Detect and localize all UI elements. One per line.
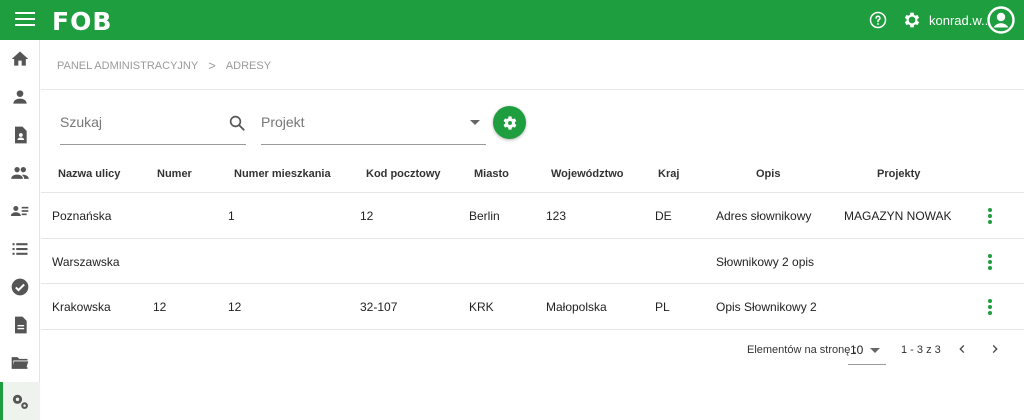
username[interactable]: konrad.w... bbox=[929, 13, 992, 28]
project-select[interactable]: Projekt bbox=[261, 107, 486, 145]
cell-voivodeship: 123 bbox=[546, 209, 567, 223]
contacts-list-icon bbox=[10, 206, 29, 216]
sidebar-item-home[interactable] bbox=[0, 40, 40, 78]
cell-city: Berlin bbox=[469, 209, 500, 223]
breadcrumb: PANEL ADMINISTRACYJNY > ADRESY bbox=[57, 58, 271, 73]
list-icon bbox=[12, 243, 28, 255]
cell-postal-code: 32-107 bbox=[360, 300, 398, 314]
cell-number: 12 bbox=[153, 300, 167, 314]
search-icon[interactable] bbox=[228, 114, 246, 132]
settings-button[interactable] bbox=[493, 106, 526, 139]
check-circle-icon bbox=[11, 278, 29, 296]
column-header-country[interactable]: Kraj bbox=[658, 168, 679, 180]
breadcrumb-item-admin-panel[interactable]: PANEL ADMINISTRACYJNY bbox=[57, 60, 198, 72]
page-size-value: 10 bbox=[850, 343, 864, 357]
column-header-city[interactable]: Miasto bbox=[474, 168, 509, 180]
page-range: 1 - 3 z 3 bbox=[901, 344, 941, 356]
menu-icon[interactable] bbox=[15, 12, 35, 28]
sidebar-item-person[interactable] bbox=[0, 78, 40, 116]
gear-icon bbox=[503, 115, 516, 130]
next-page-button[interactable] bbox=[987, 341, 1003, 357]
cell-description: Opis Słownikowy 2 bbox=[716, 300, 817, 314]
cell-country: PL bbox=[655, 300, 670, 314]
chevron-down-icon bbox=[470, 120, 480, 125]
row-divider bbox=[41, 283, 1024, 284]
row-menu-icon[interactable] bbox=[986, 208, 994, 224]
row-divider bbox=[41, 238, 1024, 239]
settings-icon[interactable] bbox=[902, 10, 922, 30]
cell-street: Warszawska bbox=[52, 255, 120, 269]
chevron-left-icon bbox=[959, 345, 965, 353]
column-header-voivodeship[interactable]: Województwo bbox=[551, 168, 624, 180]
row-menu-icon[interactable] bbox=[986, 299, 994, 315]
cell-country: DE bbox=[655, 209, 672, 223]
app-logo[interactable]: FOB bbox=[52, 7, 112, 36]
document-icon bbox=[15, 316, 27, 334]
cell-street: Krakowska bbox=[52, 300, 111, 314]
column-header-number[interactable]: Numer bbox=[157, 168, 192, 180]
sidebar-item-documents[interactable] bbox=[0, 306, 40, 344]
breadcrumb-item-addresses: ADRESY bbox=[225, 59, 272, 72]
page-size-select[interactable]: 10 bbox=[848, 338, 886, 365]
chevron-down-icon bbox=[870, 348, 880, 353]
column-header-projects[interactable]: Projekty bbox=[877, 168, 920, 180]
previous-page-button[interactable] bbox=[954, 341, 970, 357]
cell-description: Adres słownikowy bbox=[716, 209, 812, 223]
sidebar-item-folders[interactable] bbox=[0, 344, 40, 382]
sidebar-item-admin-settings[interactable] bbox=[0, 382, 40, 420]
table-header-divider bbox=[41, 192, 1024, 193]
cell-description: Słownikowy 2 opis bbox=[716, 255, 815, 269]
search-field bbox=[60, 107, 246, 145]
sidebar-item-assignment[interactable] bbox=[0, 116, 40, 154]
folder-open-icon bbox=[11, 357, 29, 369]
column-header-description[interactable]: Opis bbox=[756, 168, 780, 180]
home-icon bbox=[11, 51, 29, 66]
top-app-bar: FOB konrad.w... bbox=[0, 0, 1024, 40]
sidebar bbox=[0, 40, 40, 420]
cell-postal-code: 12 bbox=[360, 209, 374, 223]
breadcrumb-separator: > bbox=[208, 58, 216, 73]
cell-voivodeship: Małopolska bbox=[546, 300, 607, 314]
column-header-street[interactable]: Nazwa ulicy bbox=[58, 168, 120, 180]
project-select-placeholder: Projekt bbox=[261, 114, 305, 130]
sidebar-item-list[interactable] bbox=[0, 230, 40, 268]
cell-city: KRK bbox=[469, 300, 494, 314]
cell-projects: MAGAZYN NOWAK bbox=[844, 209, 952, 223]
assignment-ind-icon bbox=[15, 126, 27, 144]
cell-apartment: 12 bbox=[228, 300, 242, 314]
search-input[interactable] bbox=[60, 107, 220, 137]
sidebar-item-tasks[interactable] bbox=[0, 268, 40, 306]
column-header-postal-code[interactable]: Kod pocztowy bbox=[366, 168, 441, 180]
person-icon bbox=[13, 90, 27, 104]
row-divider bbox=[41, 329, 1024, 330]
sidebar-item-people[interactable] bbox=[0, 154, 40, 192]
settings-gears-icon bbox=[12, 394, 28, 409]
cell-street: Poznańska bbox=[52, 209, 112, 223]
people-icon bbox=[11, 167, 29, 179]
help-icon[interactable] bbox=[869, 11, 887, 29]
row-menu-icon[interactable] bbox=[986, 254, 994, 270]
cell-apartment: 1 bbox=[228, 209, 235, 223]
chevron-right-icon bbox=[992, 345, 998, 353]
sidebar-item-contacts[interactable] bbox=[0, 192, 40, 230]
page-size-label: Elementów na stronę : bbox=[747, 344, 857, 356]
divider bbox=[41, 89, 1024, 90]
avatar-icon[interactable] bbox=[987, 6, 1015, 34]
column-header-apartment[interactable]: Numer mieszkania bbox=[234, 168, 331, 180]
